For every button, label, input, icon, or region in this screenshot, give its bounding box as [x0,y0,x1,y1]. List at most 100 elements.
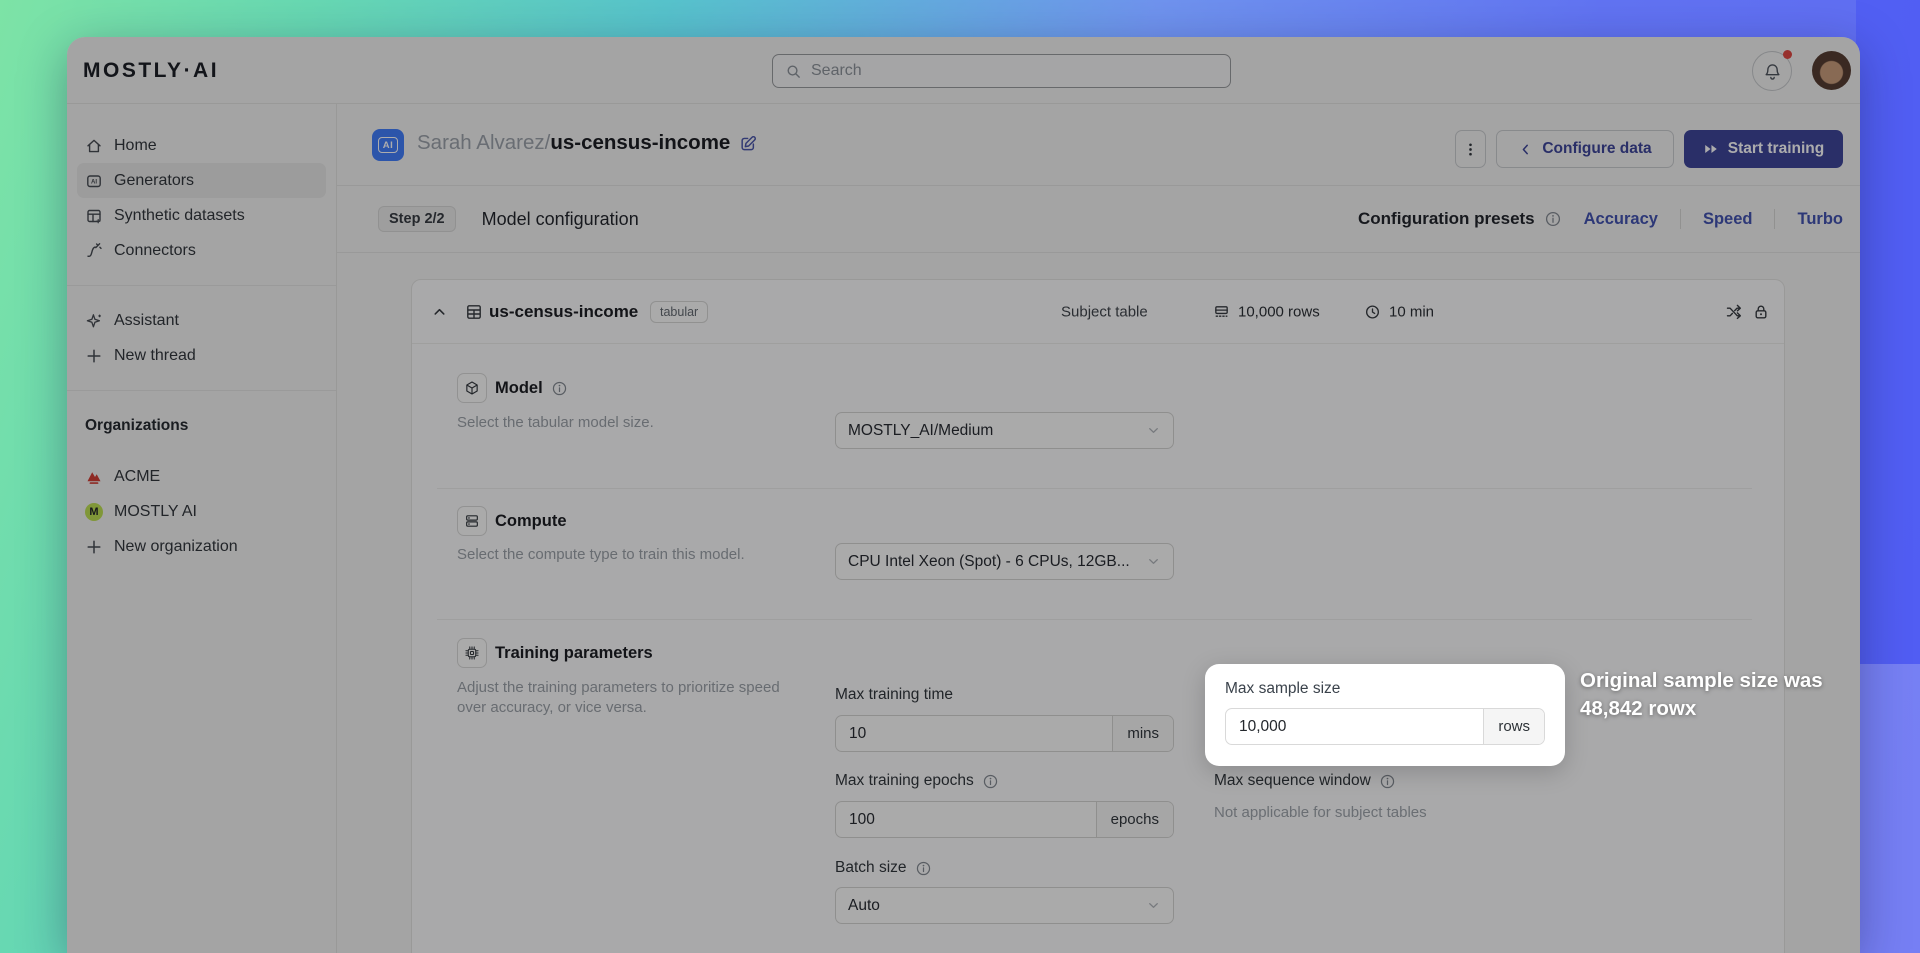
model-section-description: Select the tabular model size. [457,413,654,433]
model-section-title: Model [495,373,568,403]
lock-icon[interactable] [1752,303,1770,321]
batch-size-select[interactable]: Auto [835,887,1174,924]
sidebar-item-label: MOSTLY AI [114,503,197,521]
sidebar-item-label: ACME [114,468,160,486]
project-name: us-census-income [550,131,730,155]
info-icon[interactable] [551,380,568,397]
shuffle-icon[interactable] [1725,303,1743,321]
sidebar-item-assistant[interactable]: Assistant [77,303,326,338]
notification-dot [1783,50,1792,59]
sidebar-item-home[interactable]: Home [77,128,326,163]
info-icon[interactable] [1379,773,1396,790]
sidebar-item-generators[interactable]: AI Generators [77,163,326,198]
sidebar-divider [67,390,336,391]
background-accent-strip-lower [1856,664,1920,953]
sidebar-item-label: Connectors [114,242,196,260]
time-meta: 10 min [1364,303,1434,320]
sidebar-item-new-thread[interactable]: New thread [77,338,326,373]
info-icon[interactable] [982,773,999,790]
preset-divider [1774,209,1775,229]
notifications-button[interactable] [1752,51,1792,91]
sidebar-item-org-acme[interactable]: ACME [77,459,326,494]
max-training-epochs-unit: epochs [1096,802,1173,837]
card-header: us-census-income tabular Subject table 1… [412,280,1784,344]
rows-icon [1213,303,1230,320]
model-select[interactable]: MOSTLY_AI/Medium [835,412,1174,449]
home-icon [85,137,103,155]
tour-tooltip: Original sample size was 48,842 rowx [1580,667,1860,723]
synthetic-datasets-icon [85,207,103,225]
max-training-time-label: Max training time [835,685,953,705]
max-training-time-input[interactable] [836,716,1112,751]
max-training-epochs-label: Max training epochs [835,771,999,791]
organizations-heading: Organizations [67,417,336,435]
sidebar-item-synthetic-datasets[interactable]: Synthetic datasets [77,198,326,233]
preset-speed[interactable]: Speed [1703,210,1753,229]
search-icon [785,63,802,80]
chevron-down-icon [1146,423,1161,438]
preset-turbo[interactable]: Turbo [1797,210,1843,229]
preset-accuracy[interactable]: Accuracy [1584,210,1658,229]
sidebar-item-label: Home [114,137,157,155]
step-bar: Step 2/2 Model configuration Configurati… [337,186,1860,253]
training-section-description: Adjust the training parameters to priori… [457,678,802,718]
header-actions: Configure data Start training [1455,130,1843,168]
user-avatar[interactable] [1812,51,1851,90]
sidebar-item-org-mostly-ai[interactable]: M MOSTLY AI [77,494,326,529]
collapse-chevron-up-icon[interactable] [431,303,448,320]
table-icon [465,303,483,321]
page-title: Sarah Alvarez/us-census-income [417,131,758,155]
table-config-card: us-census-income tabular Subject table 1… [411,279,1785,953]
compute-section-title: Compute [495,506,567,536]
plus-icon [85,538,103,556]
start-training-button[interactable]: Start training [1684,130,1843,168]
section-divider [437,619,1752,620]
search-input[interactable] [811,62,1218,80]
sidebar-item-label: New thread [114,347,196,365]
max-sample-size-unit: rows [1483,709,1544,744]
tooltip-line-2: 48,842 rowx [1580,695,1860,723]
sidebar-item-label: Assistant [114,312,179,330]
step-title: Model configuration [482,209,639,230]
max-sample-size-input[interactable] [1226,709,1483,744]
project-owner: Sarah Alvarez/ [417,131,550,155]
page-header: AI Sarah Alvarez/us-census-income Config… [337,104,1860,186]
acme-logo-icon [85,468,103,486]
configure-data-button[interactable]: Configure data [1496,130,1674,168]
max-training-time-unit: mins [1112,716,1173,751]
card-table-name: us-census-income [489,302,638,322]
presets-label: Configuration presets [1358,209,1562,229]
tooltip-line-1: Original sample size was [1580,667,1860,695]
max-sample-size-spotlight: Max sample size rows [1205,664,1565,766]
compute-section-icon [457,506,487,536]
chevron-left-icon [1518,142,1533,157]
sidebar-divider [67,285,336,286]
info-icon[interactable] [915,860,932,877]
section-divider [437,488,1752,489]
chevron-down-icon [1146,898,1161,913]
edit-pencil-icon[interactable] [739,134,758,153]
search-bar[interactable] [772,54,1231,88]
sidebar-item-label: New organization [114,538,238,556]
sidebar-item-new-organization[interactable]: New organization [77,529,326,564]
info-icon[interactable] [1544,210,1562,228]
mostly-ai-logo: MOSTLY·AI [83,37,219,104]
max-sample-size-field: rows [1225,708,1545,745]
configuration-presets: Configuration presets Accuracy Speed Tur… [1358,209,1843,229]
assistant-sparkle-icon [85,312,103,330]
sidebar: Home AI Generators Synthetic datasets Co… [67,104,337,953]
training-section-icon [457,638,487,668]
topbar: MOSTLY·AI [67,37,1860,104]
fast-forward-icon [1703,141,1719,157]
table-role-label: Subject table [1061,303,1148,320]
more-actions-button[interactable] [1455,130,1486,168]
batch-size-label: Batch size [835,858,932,878]
connectors-icon [85,242,103,260]
max-training-epochs-input[interactable] [836,802,1096,837]
bell-icon [1763,62,1782,81]
sidebar-item-connectors[interactable]: Connectors [77,233,326,268]
compute-select[interactable]: CPU Intel Xeon (Spot) - 6 CPUs, 12GB... [835,543,1174,580]
rows-meta: 10,000 rows [1213,303,1320,320]
max-training-time-field: mins [835,715,1174,752]
app-window: MOSTLY·AI Home AI Generators [67,37,1860,953]
